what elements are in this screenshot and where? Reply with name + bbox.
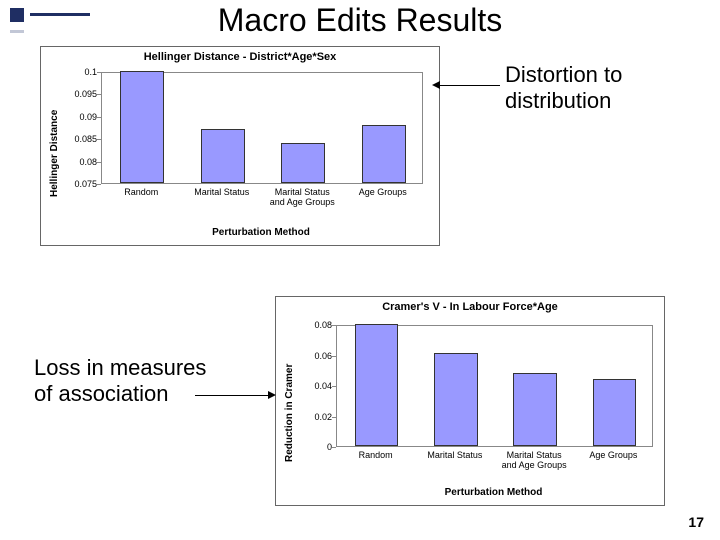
ytick-label: 0.02 bbox=[302, 412, 332, 422]
annotation-association: Loss in measures of association bbox=[34, 355, 206, 408]
ytick-mark bbox=[332, 386, 336, 387]
ytick-mark bbox=[332, 325, 336, 326]
xcat-label: Age Groups bbox=[345, 188, 421, 198]
chart2-title: Cramer's V - In Labour Force*Age bbox=[276, 297, 664, 313]
arrow-distortion bbox=[440, 85, 500, 86]
page-title: Macro Edits Results bbox=[0, 2, 720, 39]
xcat-label: Random bbox=[103, 188, 179, 198]
chart2-ylabel: Reduction in Cramer bbox=[284, 364, 295, 462]
chart2-xlabel: Perturbation Method bbox=[336, 487, 651, 498]
ytick-mark bbox=[97, 94, 101, 95]
ytick-mark bbox=[97, 139, 101, 140]
ytick-mark bbox=[97, 117, 101, 118]
annotation-distortion: Distortion to distribution bbox=[505, 62, 622, 115]
ytick-label: 0.08 bbox=[67, 157, 97, 167]
ytick-label: 0.09 bbox=[67, 112, 97, 122]
bar bbox=[434, 353, 478, 446]
xcat-label: Marital Status bbox=[184, 188, 260, 198]
ytick-label: 0.04 bbox=[302, 381, 332, 391]
bar bbox=[513, 373, 557, 446]
xcat-label: Marital Status and Age Groups bbox=[264, 188, 340, 208]
ytick-label: 0.08 bbox=[302, 320, 332, 330]
ytick-mark bbox=[332, 447, 336, 448]
ytick-mark bbox=[332, 356, 336, 357]
xcat-label: Marital Status and Age Groups bbox=[496, 451, 571, 471]
page-number: 17 bbox=[688, 514, 704, 530]
bar bbox=[593, 379, 637, 446]
xcat-label: Marital Status bbox=[417, 451, 492, 461]
ytick-mark bbox=[97, 72, 101, 73]
ytick-label: 0 bbox=[302, 442, 332, 452]
chart2-plotarea bbox=[336, 325, 653, 447]
arrow-association-head bbox=[268, 391, 276, 399]
chart-hellinger: Hellinger Distance - District*Age*Sex He… bbox=[40, 46, 440, 246]
arrow-association bbox=[195, 395, 268, 396]
chart1-ylabel: Hellinger Distance bbox=[49, 110, 60, 197]
bar bbox=[201, 129, 245, 183]
chart1-plotarea bbox=[101, 72, 423, 184]
ytick-label: 0.085 bbox=[67, 134, 97, 144]
bar bbox=[281, 143, 325, 183]
ytick-label: 0.06 bbox=[302, 351, 332, 361]
slide: Macro Edits Results Hellinger Distance -… bbox=[0, 0, 720, 540]
chart1-title: Hellinger Distance - District*Age*Sex bbox=[41, 47, 439, 63]
arrow-distortion-head bbox=[432, 81, 440, 89]
bar bbox=[355, 324, 399, 446]
ytick-mark bbox=[97, 184, 101, 185]
ytick-label: 0.1 bbox=[67, 67, 97, 77]
ytick-mark bbox=[97, 162, 101, 163]
ytick-label: 0.075 bbox=[67, 179, 97, 189]
xcat-label: Random bbox=[338, 451, 413, 461]
ytick-label: 0.095 bbox=[67, 89, 97, 99]
chart1-xlabel: Perturbation Method bbox=[101, 227, 421, 238]
bar bbox=[120, 71, 164, 183]
bar bbox=[362, 125, 406, 183]
ytick-mark bbox=[332, 417, 336, 418]
chart-cramer: Cramer's V - In Labour Force*Age Reducti… bbox=[275, 296, 665, 506]
xcat-label: Age Groups bbox=[576, 451, 651, 461]
